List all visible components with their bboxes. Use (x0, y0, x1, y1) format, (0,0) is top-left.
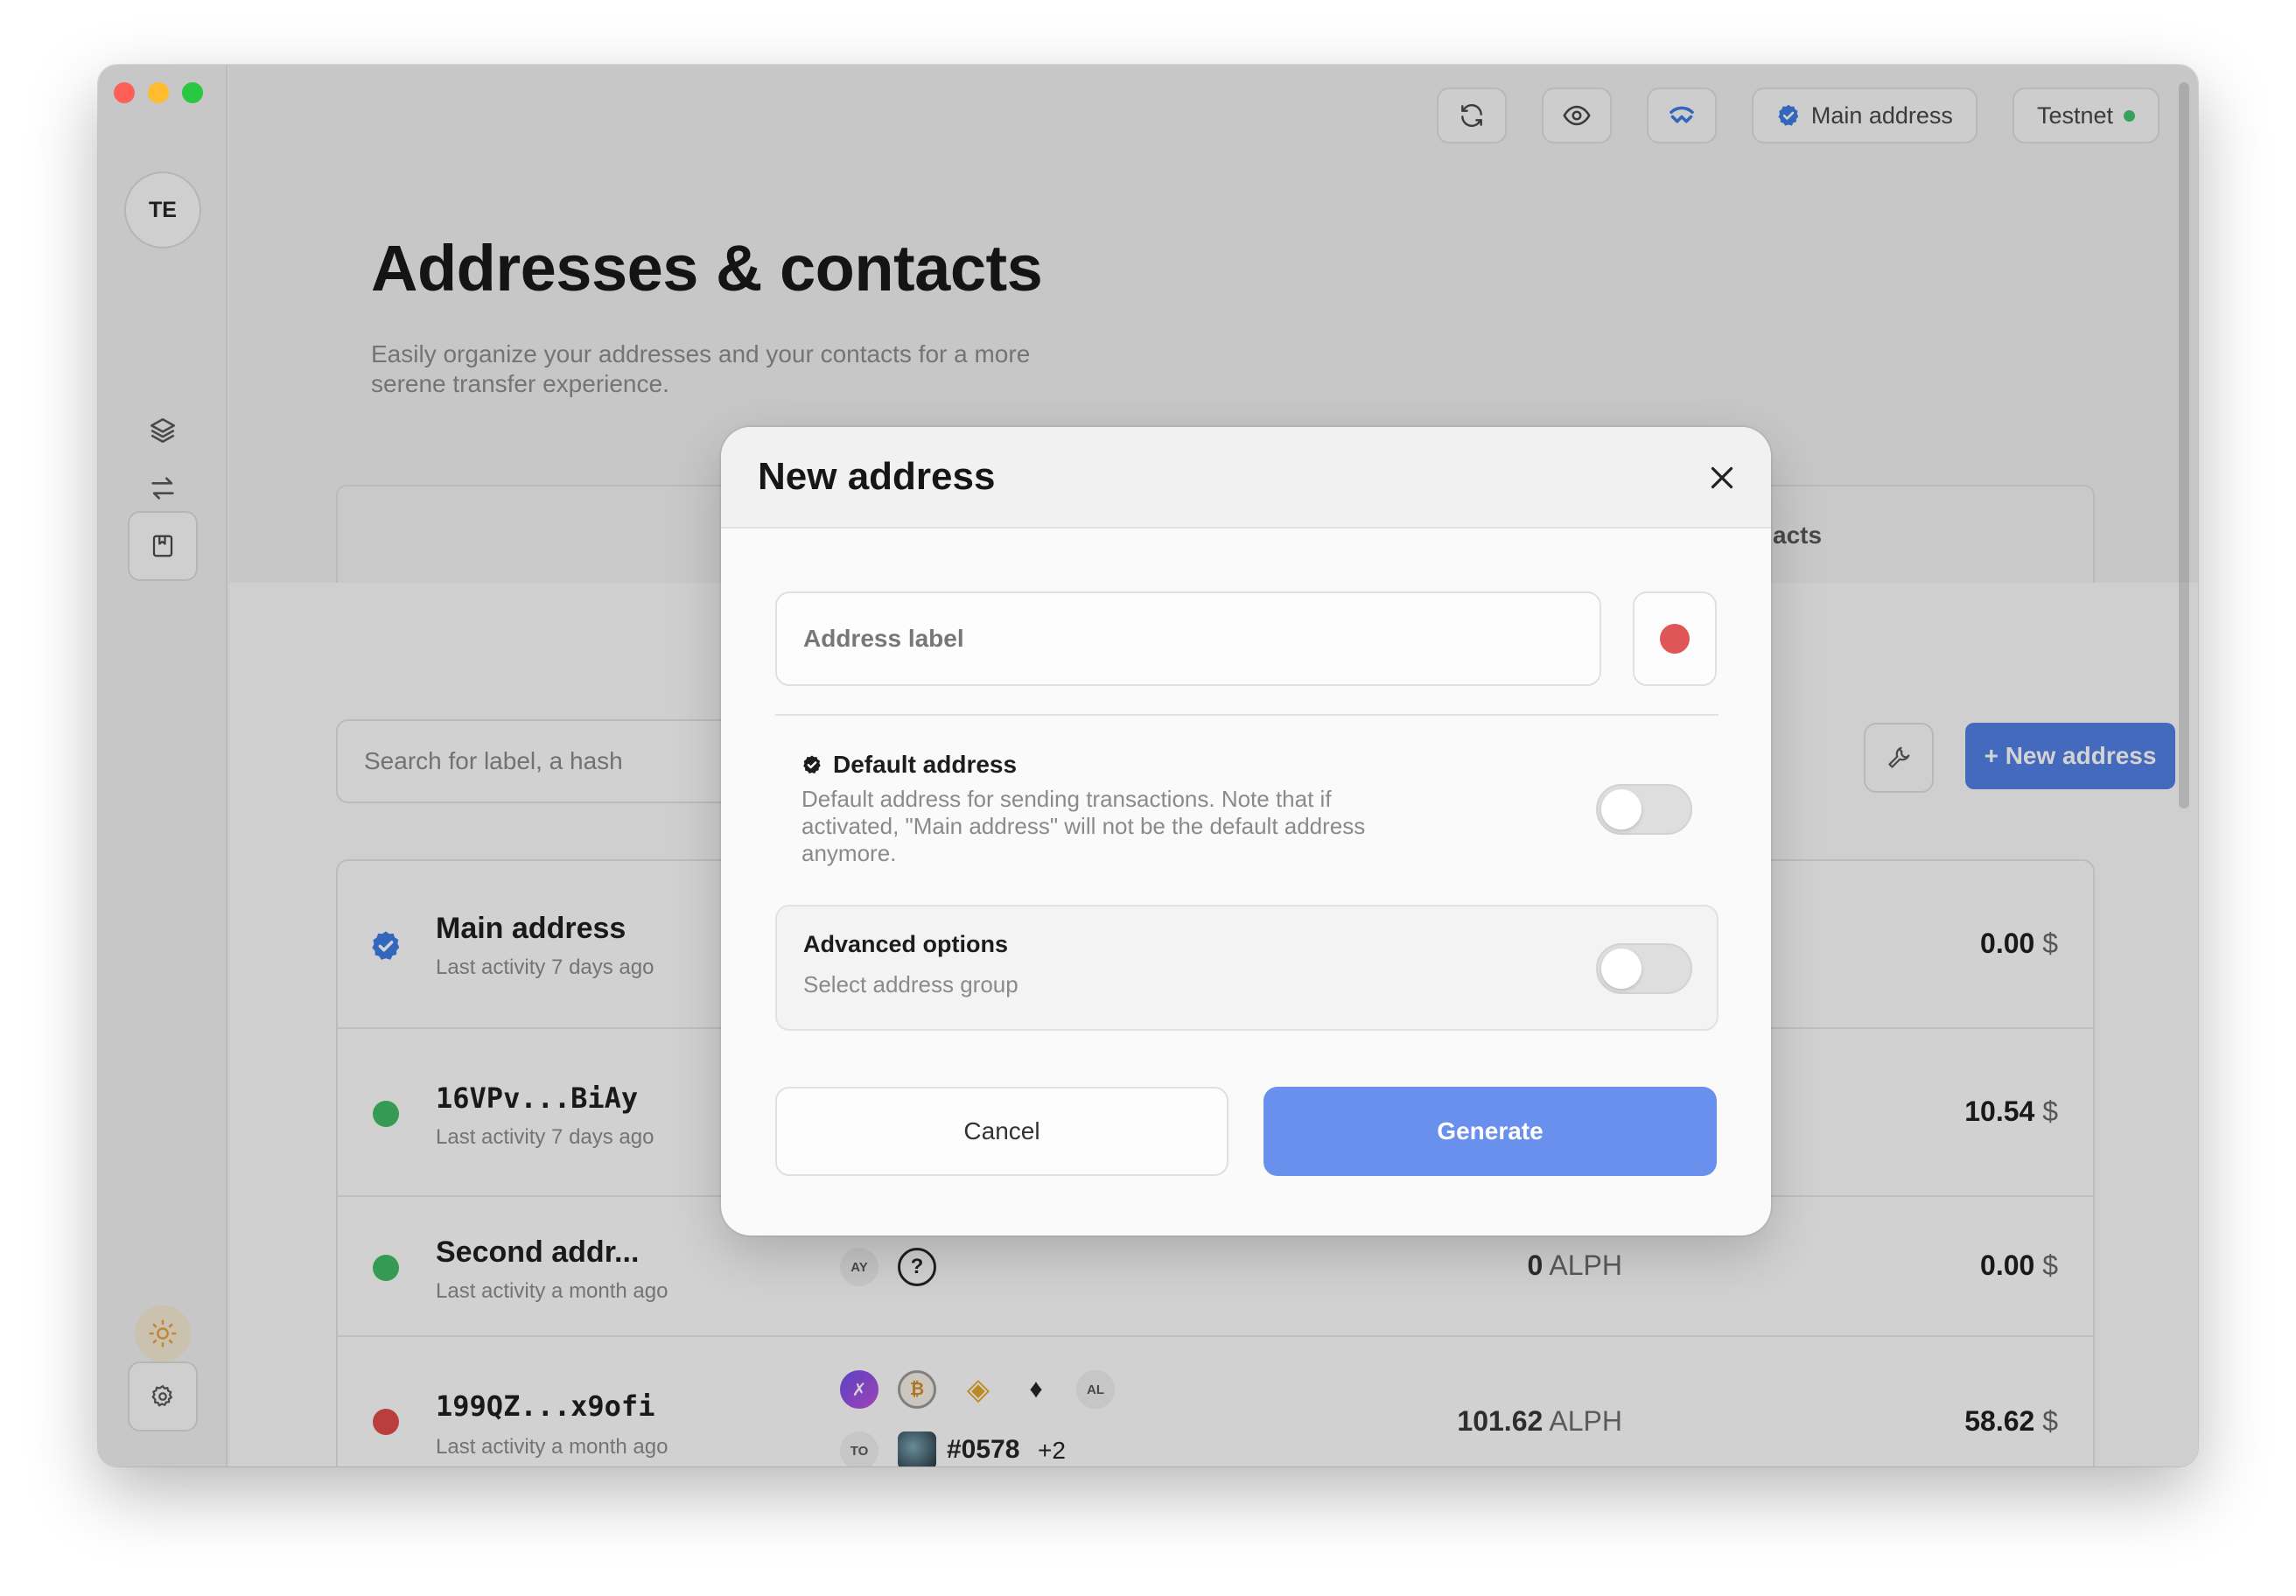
advanced-options-subtitle: Select address group (803, 971, 1018, 998)
modal-title: New address (758, 455, 996, 498)
advanced-options-box: Advanced options Select address group (775, 905, 1718, 1031)
zoom-window-button[interactable] (182, 82, 203, 103)
window-scrollbar[interactable] (2179, 82, 2189, 808)
divider (775, 714, 1718, 716)
color-picker-button[interactable] (1633, 592, 1717, 686)
selected-color-swatch (1660, 624, 1690, 654)
address-label-field (775, 592, 1601, 686)
cancel-button[interactable]: Cancel (775, 1087, 1228, 1176)
default-address-heading: Default address (833, 751, 1018, 778)
close-icon[interactable] (1706, 462, 1738, 494)
default-address-toggle[interactable] (1596, 784, 1692, 835)
check-badge-icon (803, 755, 821, 774)
window-controls (114, 82, 203, 103)
advanced-options-title: Advanced options (803, 931, 1009, 957)
close-window-button[interactable] (114, 82, 135, 103)
app-window: TE Main address Testnet Addresses & cont… (98, 65, 2198, 1466)
modal-header: New address (721, 427, 1771, 528)
default-address-title: Default address (802, 751, 1017, 779)
default-address-description: Default address for sending transactions… (802, 786, 1366, 866)
address-label-input[interactable] (803, 625, 1573, 653)
new-address-modal: New address Default address Default addr… (721, 427, 1771, 1236)
minimize-window-button[interactable] (148, 82, 169, 103)
generate-button[interactable]: Generate (1264, 1087, 1717, 1176)
advanced-options-toggle[interactable] (1596, 943, 1692, 994)
